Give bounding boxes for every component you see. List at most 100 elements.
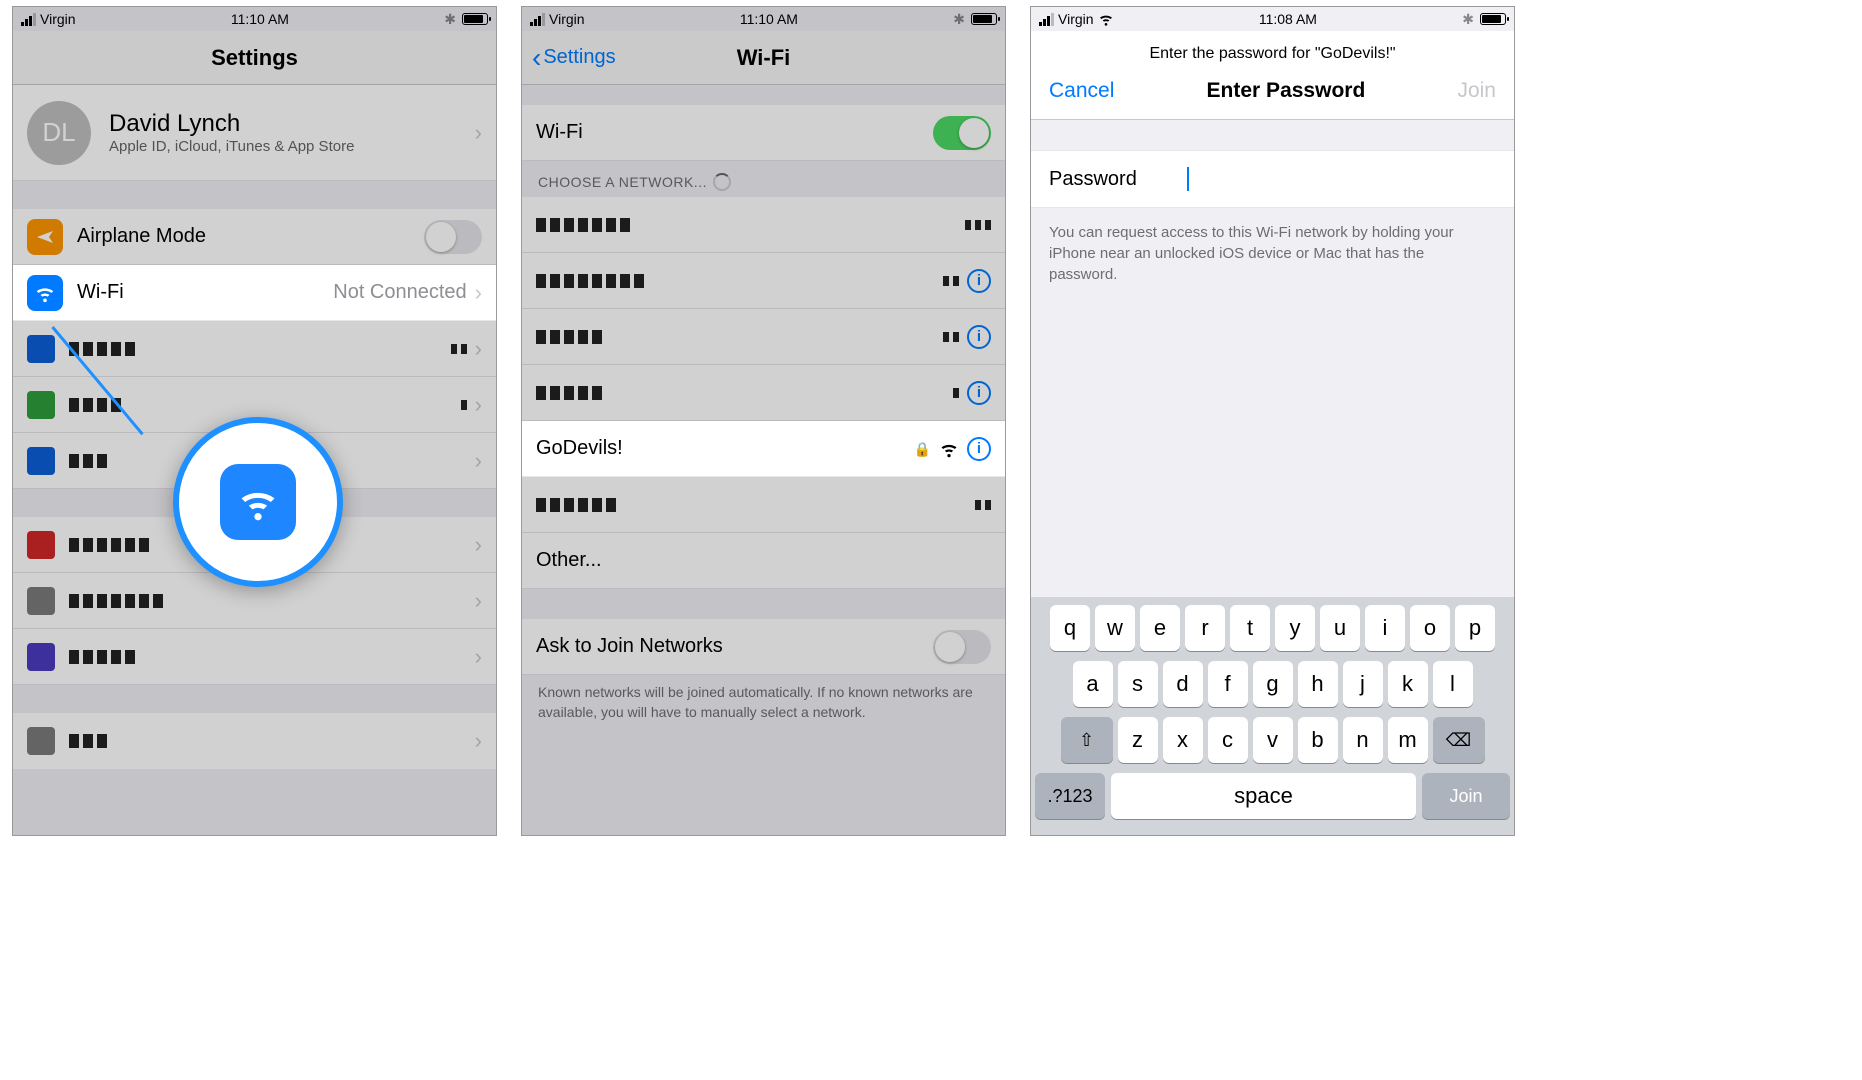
kbd-row-1: q w e r t y u i o p [1035,605,1510,651]
key-r[interactable]: r [1185,605,1225,651]
key-p[interactable]: p [1455,605,1495,651]
settings-screen: Virgin 11:10 AM ✱ Settings DL David Lync… [12,6,497,836]
bluetooth-icon: ✱ [444,11,456,28]
back-button[interactable]: ‹ Settings [532,42,616,74]
network-item[interactable]: i [522,365,1005,421]
key-m[interactable]: m [1388,717,1428,763]
airplane-icon [27,219,63,255]
info-icon[interactable]: i [967,381,991,405]
apple-id-cell[interactable]: DL David Lynch Apple ID, iCloud, iTunes … [13,85,496,181]
password-screen: Virgin 11:08 AM ✱ Enter the password for… [1030,6,1515,836]
signal-icon [1039,13,1054,26]
wifi-signal-icon [939,439,959,459]
airplane-toggle[interactable] [424,220,482,254]
signal-icon [21,13,36,26]
text-cursor [1187,167,1189,191]
signal-icon [530,13,545,26]
key-e[interactable]: e [1140,605,1180,651]
wifi-screen: Virgin 11:10 AM ✱ ‹ Settings Wi-Fi Wi-Fi… [521,6,1006,836]
wifi-label: Wi-Fi [77,281,124,304]
info-icon[interactable]: i [967,325,991,349]
ask-join-cell[interactable]: Ask to Join Networks [522,619,1005,675]
ask-join-label: Ask to Join Networks [536,635,723,658]
key-i[interactable]: i [1365,605,1405,651]
key-s[interactable]: s [1118,661,1158,707]
key-a[interactable]: a [1073,661,1113,707]
spinner-icon [713,173,731,191]
page-title: Settings [211,45,298,71]
profile-sub: Apple ID, iCloud, iTunes & App Store [109,138,354,155]
keyboard[interactable]: q w e r t y u i o p a s d f g h j k l ⇧ … [1031,597,1514,835]
key-b[interactable]: b [1298,717,1338,763]
space-key[interactable]: space [1111,773,1416,819]
wifi-toggle-cell[interactable]: Wi-Fi [522,105,1005,161]
network-name: GoDevils! [536,437,623,460]
list-item[interactable]: › [13,629,496,685]
network-item[interactable] [522,197,1005,253]
key-q[interactable]: q [1050,605,1090,651]
share-hint: You can request access to this Wi-Fi net… [1031,208,1514,299]
key-n[interactable]: n [1343,717,1383,763]
carrier: Virgin [1058,11,1094,27]
status-time: 11:10 AM [231,11,289,27]
key-k[interactable]: k [1388,661,1428,707]
wifi-toggle[interactable] [933,116,991,150]
airplane-label: Airplane Mode [77,225,206,248]
zoom-callout [173,417,343,587]
key-v[interactable]: v [1253,717,1293,763]
ask-join-toggle[interactable] [933,630,991,664]
keyboard-join-key[interactable]: Join [1422,773,1510,819]
cancel-button[interactable]: Cancel [1049,79,1114,103]
wifi-cell[interactable]: Wi-Fi Not Connected › [13,265,496,321]
key-g[interactable]: g [1253,661,1293,707]
carrier: Virgin [549,11,585,27]
key-w[interactable]: w [1095,605,1135,651]
nav-bar: Settings [13,31,496,85]
wifi-icon [1098,11,1114,27]
chevron-left-icon: ‹ [532,42,541,74]
info-icon[interactable]: i [967,269,991,293]
airplane-mode-cell[interactable]: Airplane Mode [13,209,496,265]
battery-icon [1480,13,1506,25]
shift-key[interactable]: ⇧ [1061,717,1113,763]
password-row[interactable]: Password [1031,150,1514,208]
network-item[interactable] [522,477,1005,533]
key-o[interactable]: o [1410,605,1450,651]
key-u[interactable]: u [1320,605,1360,651]
status-bar: Virgin 11:10 AM ✱ [13,7,496,31]
kbd-row-4: .?123 space Join [1035,773,1510,819]
bluetooth-icon: ✱ [953,11,965,28]
nav-bar: ‹ Settings Wi-Fi [522,31,1005,85]
network-item[interactable]: i [522,253,1005,309]
info-icon[interactable]: i [967,437,991,461]
bluetooth-icon: ✱ [1462,11,1474,28]
join-button[interactable]: Join [1457,79,1496,103]
other-network-cell[interactable]: Other... [522,533,1005,589]
dialog-message: Enter the password for "GoDevils!" [1031,31,1514,69]
key-c[interactable]: c [1208,717,1248,763]
status-time: 11:10 AM [740,11,798,27]
page-title: Wi-Fi [737,45,791,71]
battery-icon [462,13,488,25]
wifi-label: Wi-Fi [536,121,583,144]
list-item[interactable]: › [13,713,496,769]
key-d[interactable]: d [1163,661,1203,707]
backspace-key[interactable]: ⌫ [1433,717,1485,763]
chevron-right-icon: › [475,280,482,306]
status-time: 11:08 AM [1259,11,1317,27]
key-t[interactable]: t [1230,605,1270,651]
key-y[interactable]: y [1275,605,1315,651]
numbers-key[interactable]: .?123 [1035,773,1105,819]
battery-icon [971,13,997,25]
key-h[interactable]: h [1298,661,1338,707]
key-j[interactable]: j [1343,661,1383,707]
lock-icon [914,437,931,460]
network-godevils[interactable]: GoDevils! i [522,421,1005,477]
key-x[interactable]: x [1163,717,1203,763]
key-z[interactable]: z [1118,717,1158,763]
key-l[interactable]: l [1433,661,1473,707]
network-item[interactable]: i [522,309,1005,365]
avatar: DL [27,101,91,165]
key-f[interactable]: f [1208,661,1248,707]
chevron-right-icon: › [475,120,482,146]
